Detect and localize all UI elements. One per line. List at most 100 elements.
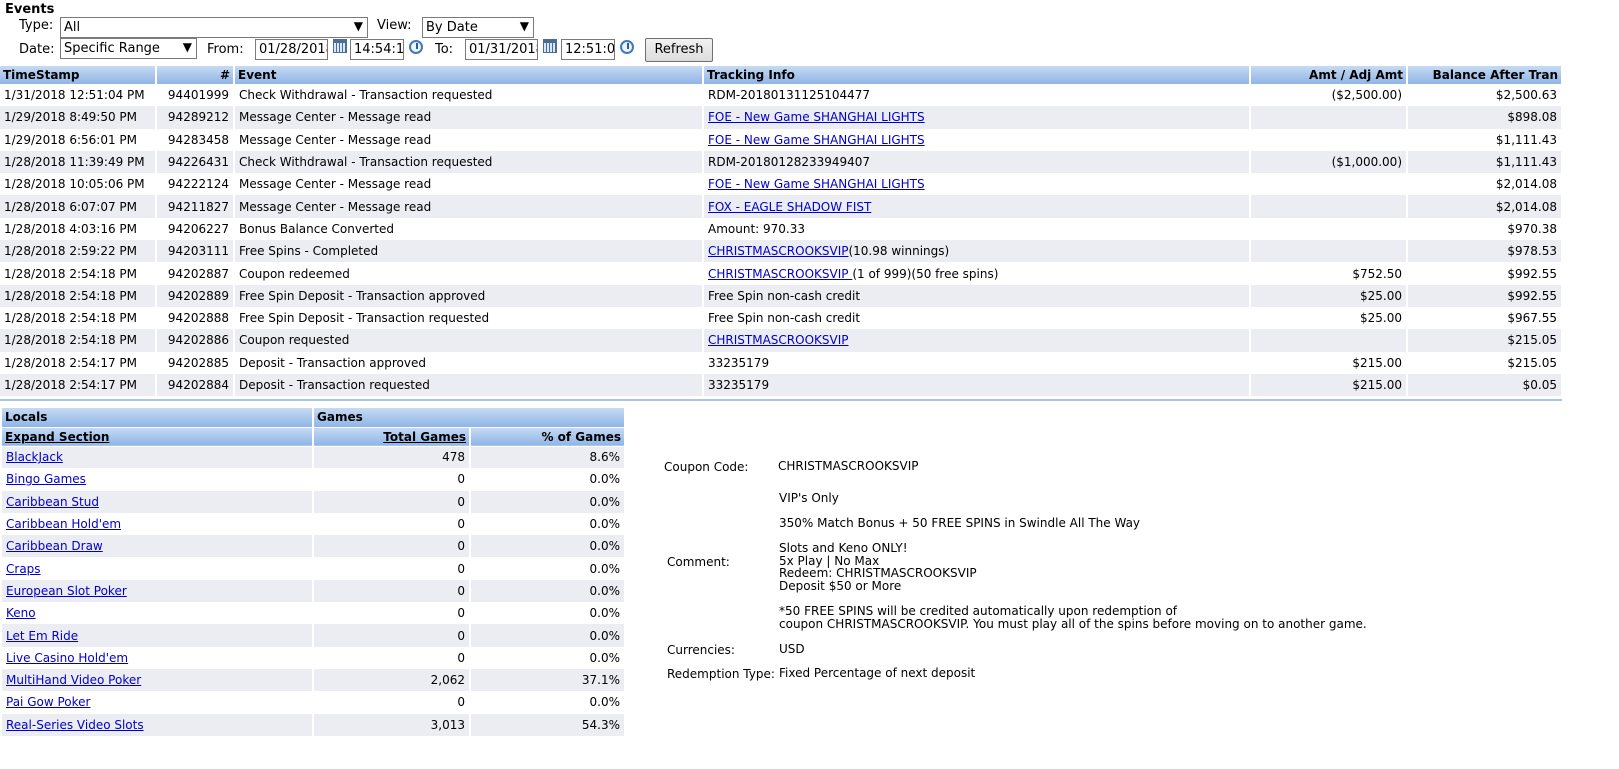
- tracking-link[interactable]: FOE - New Game SHANGHAI LIGHTS: [708, 177, 925, 191]
- tracking-link[interactable]: CHRISTMASCROOKSVIP: [708, 333, 848, 347]
- refresh-button[interactable]: Refresh: [645, 38, 713, 62]
- cell-game-name: Live Casino Hold'em: [2, 646, 314, 669]
- cell-amount: [1250, 195, 1408, 218]
- cell-timestamp: 1/28/2018 2:54:17 PM: [0, 373, 157, 397]
- cell-number: 94283458: [156, 128, 235, 151]
- coupon-comment-line2: 350% Match Bonus + 50 FREE SPINS in Swin…: [779, 516, 1141, 530]
- cell-number: 94202888: [156, 306, 235, 330]
- cell-tracking-info: Free Spin non-cash credit: [703, 284, 1251, 307]
- cell-tracking-info: FOE - New Game SHANGHAI LIGHTS: [703, 128, 1251, 151]
- table-row: Caribbean Draw 0 0.0%: [2, 535, 627, 558]
- coupon-comment-note: *50 FREE SPINS will be credited automati…: [779, 604, 1367, 631]
- chevron-down-icon: ▼: [353, 19, 363, 33]
- tracking-text: RDM-20180128233949407: [708, 155, 871, 170]
- tracking-text: 33235179: [708, 378, 770, 392]
- game-link[interactable]: Real-Series Video Slots: [6, 718, 144, 732]
- cell-number: 94289212: [156, 106, 235, 129]
- cell-tracking-info: FOE - New Game SHANGHAI LIGHTS: [703, 173, 1251, 196]
- locals-header: Locals: [2, 408, 314, 428]
- cell-total-games: 0: [313, 624, 471, 647]
- cell-pct-games: 54.3%: [470, 713, 627, 736]
- tracking-link[interactable]: FOE - New Game SHANGHAI LIGHTS: [708, 133, 925, 147]
- tracking-link[interactable]: FOE - New Game SHANGHAI LIGHTS: [708, 110, 925, 124]
- tracking-text: Amount: 970.33: [708, 221, 806, 236]
- cell-event: Message Center - Message read: [234, 128, 704, 151]
- pct-games-header: % of Games: [470, 427, 627, 447]
- tracking-link[interactable]: CHRISTMASCROOKSVIP: [708, 267, 852, 281]
- coupon-currencies-value: USD: [779, 642, 805, 656]
- cell-event: Bonus Balance Converted: [234, 217, 704, 241]
- table-row: 1/29/2018 8:49:50 PM 94289212 Message Cent…: [0, 106, 1563, 129]
- date-label: Date:: [19, 42, 55, 57]
- from-time-input[interactable]: 14:54:16: [350, 39, 404, 60]
- table-row: Craps 0 0.0%: [2, 557, 627, 580]
- table-row: 1/28/2018 2:54:18 PM 94202889 Free Spin De…: [0, 284, 1563, 307]
- cell-pct-games: 0.0%: [470, 602, 627, 625]
- table-row: Caribbean Hold'em 0 0.0%: [2, 512, 627, 536]
- cell-event: Coupon redeemed: [234, 262, 704, 285]
- view-select[interactable]: By Date ▼: [422, 17, 534, 38]
- type-select[interactable]: All ▼: [60, 17, 368, 38]
- cell-timestamp: 1/28/2018 2:59:22 PM: [0, 240, 157, 263]
- to-time-input[interactable]: 12:51:05: [561, 39, 615, 60]
- cell-tracking-info: FOE - New Game SHANGHAI LIGHTS: [703, 106, 1251, 129]
- from-date-input[interactable]: 01/28/2018: [255, 39, 328, 60]
- game-link[interactable]: MultiHand Video Poker: [6, 673, 141, 687]
- cell-number: 94226431: [156, 150, 235, 174]
- tracking-text: 33235179: [708, 355, 770, 370]
- table-row: 1/28/2018 6:07:07 PM 94211827 Message Cent…: [0, 195, 1563, 218]
- col-balance: Balance After Tran: [1407, 66, 1563, 84]
- total-games-sort-link[interactable]: Total Games: [383, 430, 466, 444]
- game-link[interactable]: Pai Gow Poker: [6, 695, 90, 709]
- date-select[interactable]: Specific Range ▼: [60, 38, 197, 59]
- game-link[interactable]: Let Em Ride: [6, 629, 78, 643]
- calendar-icon[interactable]: [543, 39, 557, 53]
- cell-pct-games: 0.0%: [470, 624, 627, 647]
- table-row: 1/28/2018 2:54:18 PM 94202887 Coupon redee…: [0, 262, 1563, 285]
- game-link[interactable]: European Slot Poker: [6, 584, 127, 598]
- cell-timestamp: 1/28/2018 6:07:07 PM: [0, 195, 157, 218]
- cell-tracking-info: 33235179: [703, 351, 1251, 374]
- game-link[interactable]: Craps: [6, 562, 41, 576]
- game-link[interactable]: Live Casino Hold'em: [6, 651, 128, 665]
- tracking-link[interactable]: FOX - EAGLE SHADOW FIST: [708, 200, 871, 214]
- game-link[interactable]: Caribbean Draw: [6, 539, 103, 553]
- col-number: #: [156, 66, 235, 84]
- page-title: Events: [5, 2, 55, 17]
- game-link[interactable]: Caribbean Hold'em: [6, 517, 121, 531]
- from-label: From:: [207, 42, 244, 57]
- cell-tracking-info: FOX - EAGLE SHADOW FIST: [703, 195, 1251, 218]
- cell-pct-games: 0.0%: [470, 535, 627, 558]
- table-row: 1/28/2018 11:39:49 PM 94226431 Check Withd…: [0, 150, 1563, 174]
- calendar-icon[interactable]: [333, 39, 347, 53]
- cell-tracking-info: 33235179: [703, 373, 1251, 397]
- clock-icon[interactable]: [409, 40, 423, 54]
- table-row: Real-Series Video Slots 3,013 54.3%: [2, 713, 627, 736]
- cell-number: 94202889: [156, 284, 235, 307]
- clock-icon[interactable]: [620, 40, 634, 54]
- cell-event: Message Center - Message read: [234, 106, 704, 129]
- tracking-link[interactable]: CHRISTMASCROOKSVIP: [708, 244, 848, 258]
- to-date-input[interactable]: 01/31/2018: [465, 39, 538, 60]
- cell-amount: $25.00: [1250, 306, 1408, 330]
- cell-pct-games: 0.0%: [470, 691, 627, 714]
- expand-section-link[interactable]: Expand Section: [5, 430, 109, 444]
- cell-total-games: 0: [313, 602, 471, 625]
- cell-balance: $978.53: [1407, 240, 1563, 263]
- cell-timestamp: 1/28/2018 10:05:06 PM: [0, 173, 157, 196]
- coupon-code-value: CHRISTMASCROOKSVIP: [778, 459, 919, 473]
- cell-timestamp: 1/29/2018 8:49:50 PM: [0, 106, 157, 129]
- game-link[interactable]: Bingo Games: [6, 472, 86, 486]
- cell-event: Free Spins - Completed: [234, 240, 704, 263]
- table-row: 1/28/2018 2:59:22 PM 94203111 Free Spins -…: [0, 240, 1563, 263]
- cell-number: 94401999: [156, 84, 235, 107]
- cell-timestamp: 1/28/2018 2:54:18 PM: [0, 284, 157, 307]
- table-row: 1/28/2018 4:03:16 PM 94206227 Bonus Balanc…: [0, 217, 1563, 241]
- game-link[interactable]: Caribbean Stud: [6, 495, 99, 509]
- game-link[interactable]: BlackJack: [6, 450, 63, 464]
- cell-timestamp: 1/28/2018 2:54:17 PM: [0, 351, 157, 374]
- events-table: TimeStamp # Event Tracking Info Amt / Ad…: [0, 66, 1563, 397]
- cell-total-games: 478: [313, 446, 471, 469]
- cell-total-games: 0: [313, 512, 471, 536]
- game-link[interactable]: Keno: [6, 606, 36, 620]
